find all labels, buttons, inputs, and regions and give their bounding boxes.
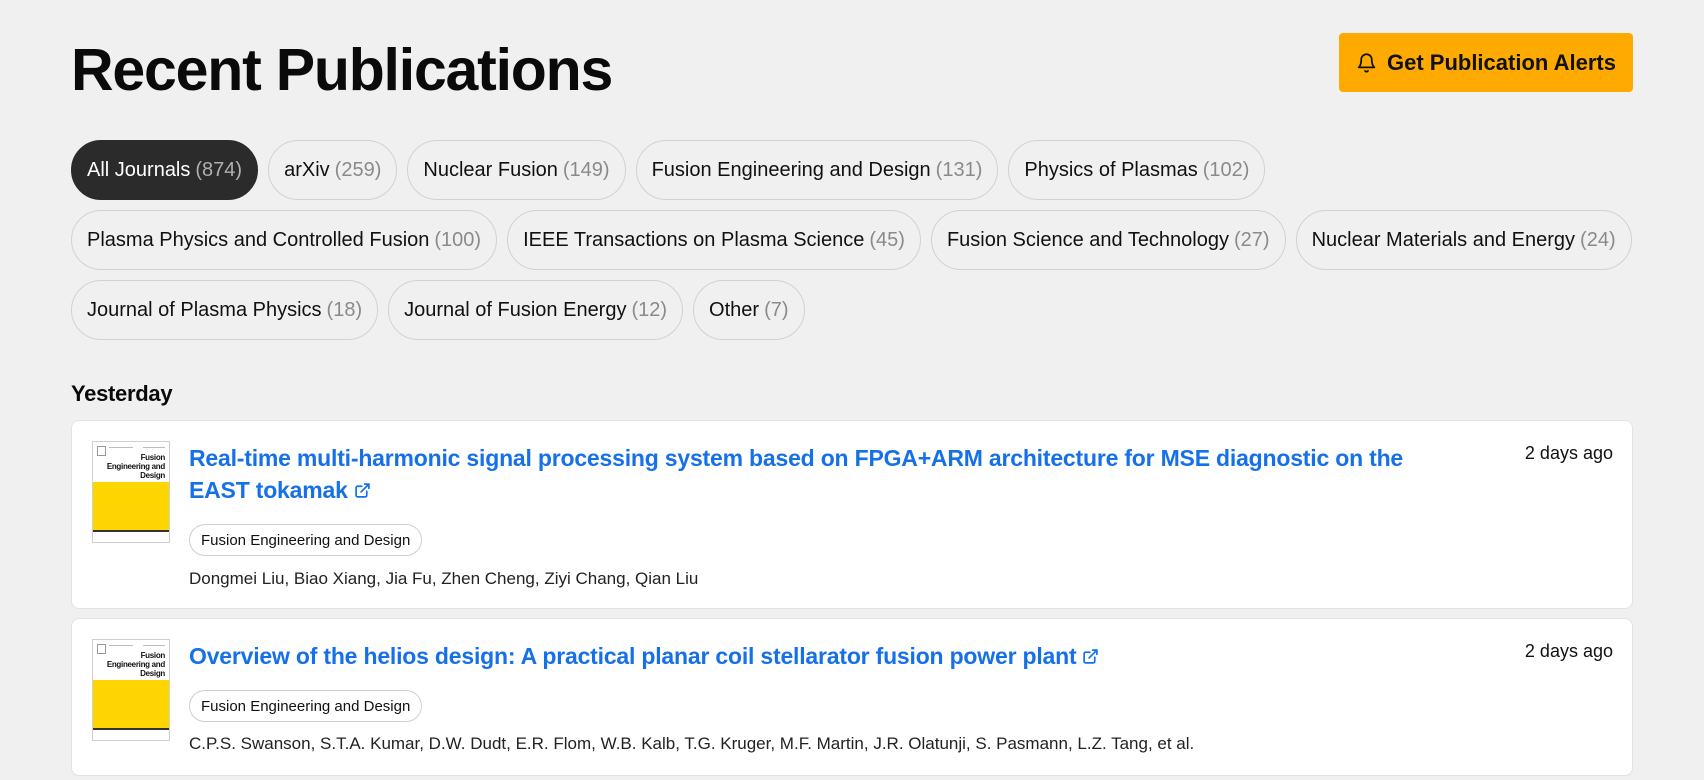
- cover-journal-name: Fusion Engineering and Design: [106, 651, 165, 678]
- filter-journal-of-fusion-energy[interactable]: Journal of Fusion Energy (12): [388, 280, 684, 340]
- publication-title-link[interactable]: Real-time multi-harmonic signal processi…: [189, 442, 1449, 506]
- filter-arxiv[interactable]: arXiv (259): [268, 140, 398, 200]
- publication-authors: C.P.S. Swanson, S.T.A. Kumar, D.W. Dudt,…: [189, 734, 1195, 753]
- publication-card: Fusion Engineering and Design Real-time …: [71, 420, 1633, 609]
- filter-count: (100): [434, 228, 482, 251]
- filter-count: (12): [631, 298, 668, 321]
- filter-label: Fusion Science and Technology: [946, 228, 1229, 251]
- filter-journal-of-plasma-physics[interactable]: Journal of Plasma Physics (18): [71, 280, 379, 340]
- journal-tag[interactable]: Fusion Engineering and Design: [189, 690, 423, 722]
- filter-label: Nuclear Materials and Energy: [1311, 228, 1576, 251]
- journal-filter-group: All Journals (874) arXiv (259) Nuclear Fus…: [71, 140, 1633, 350]
- cover-header: Fusion Engineering and Design: [93, 442, 169, 482]
- cover-yellow-panel: [93, 482, 169, 530]
- alert-button-label: Get Publication Alerts: [1386, 49, 1616, 75]
- filter-count: (45): [869, 228, 905, 251]
- cover-text-line: [143, 447, 165, 448]
- filter-fusion-science-and-technology[interactable]: Fusion Science and Technology (27): [930, 210, 1286, 270]
- filter-label: Journal of Fusion Energy: [404, 298, 627, 321]
- page-title: Recent Publications: [71, 37, 613, 103]
- filter-row: Plasma Physics and Controlled Fusion (100…: [71, 210, 1633, 270]
- cover-journal-name: Fusion Engineering and Design: [106, 453, 165, 480]
- cover-yellow-panel: [93, 680, 169, 728]
- filter-nuclear-fusion[interactable]: Nuclear Fusion (149): [407, 140, 626, 200]
- cover-divider: [93, 530, 169, 532]
- cover-text-line: [109, 645, 133, 646]
- filter-count: (102): [1202, 158, 1250, 181]
- filter-label: Nuclear Fusion: [423, 158, 558, 181]
- cover-header: Fusion Engineering and Design: [93, 640, 169, 680]
- publication-title-link[interactable]: Overview of the helios design: A practic…: [189, 640, 1449, 672]
- filter-all-journals[interactable]: All Journals (874): [71, 140, 259, 200]
- filter-other[interactable]: Other (7): [693, 280, 805, 340]
- filter-row: All Journals (874) arXiv (259) Nuclear Fus…: [71, 140, 1633, 200]
- filter-nuclear-materials-and-energy[interactable]: Nuclear Materials and Energy (24): [1295, 210, 1632, 270]
- bell-icon: [1357, 53, 1376, 73]
- journal-tag[interactable]: Fusion Engineering and Design: [189, 524, 423, 556]
- filter-label: IEEE Transactions on Plasma Science: [523, 228, 865, 251]
- publication-card: Fusion Engineering and Design Overview o…: [71, 618, 1633, 776]
- filter-count: (131): [935, 158, 983, 181]
- filter-label: Other: [709, 298, 760, 321]
- filter-row: Journal of Plasma Physics (18) Journal of…: [71, 280, 1633, 340]
- filter-label: arXiv: [284, 158, 330, 181]
- publication-title: Overview of the helios design: A practic…: [189, 643, 1077, 669]
- cover-text-line: [109, 447, 133, 448]
- publication-title: Real-time multi-harmonic signal processi…: [189, 445, 1404, 503]
- filter-count: (27): [1234, 228, 1270, 251]
- filter-count: (149): [562, 158, 610, 181]
- publications-page: Recent Publications Get Publication Aler…: [71, 0, 1633, 780]
- external-link-icon: [1083, 649, 1099, 664]
- filter-physics-of-plasmas[interactable]: Physics of Plasmas (102): [1008, 140, 1266, 200]
- journal-cover-thumbnail[interactable]: Fusion Engineering and Design: [92, 639, 170, 741]
- filter-label: Fusion Engineering and Design: [651, 158, 931, 181]
- publication-time: 2 days ago: [1524, 443, 1613, 463]
- journal-cover-thumbnail[interactable]: Fusion Engineering and Design: [92, 441, 170, 543]
- section-heading-yesterday: Yesterday: [71, 381, 173, 406]
- external-link-icon: [354, 483, 370, 498]
- filter-count: (18): [326, 298, 363, 321]
- filter-count: (874): [195, 158, 243, 181]
- filter-label: Plasma Physics and Controlled Fusion: [87, 228, 430, 251]
- publication-authors: Dongmei Liu, Biao Xiang, Jia Fu, Zhen Ch…: [189, 569, 699, 588]
- filter-fusion-engineering-and-design[interactable]: Fusion Engineering and Design (131): [635, 140, 999, 200]
- filter-label: All Journals: [87, 158, 191, 181]
- filter-count: (7): [764, 298, 789, 321]
- filter-label: Physics of Plasmas: [1024, 158, 1198, 181]
- cover-divider: [93, 728, 169, 730]
- cover-text-line: [143, 645, 165, 646]
- filter-label: Journal of Plasma Physics: [87, 298, 322, 321]
- filter-count: (259): [334, 158, 382, 181]
- filter-ieee-transactions-on-plasma-science[interactable]: IEEE Transactions on Plasma Science (45): [507, 210, 921, 270]
- filter-count: (24): [1580, 228, 1616, 251]
- publication-time: 2 days ago: [1524, 641, 1613, 661]
- get-publication-alerts-button[interactable]: Get Publication Alerts: [1338, 33, 1633, 92]
- filter-plasma-physics-and-controlled-fusion[interactable]: Plasma Physics and Controlled Fusion (100…: [71, 210, 498, 270]
